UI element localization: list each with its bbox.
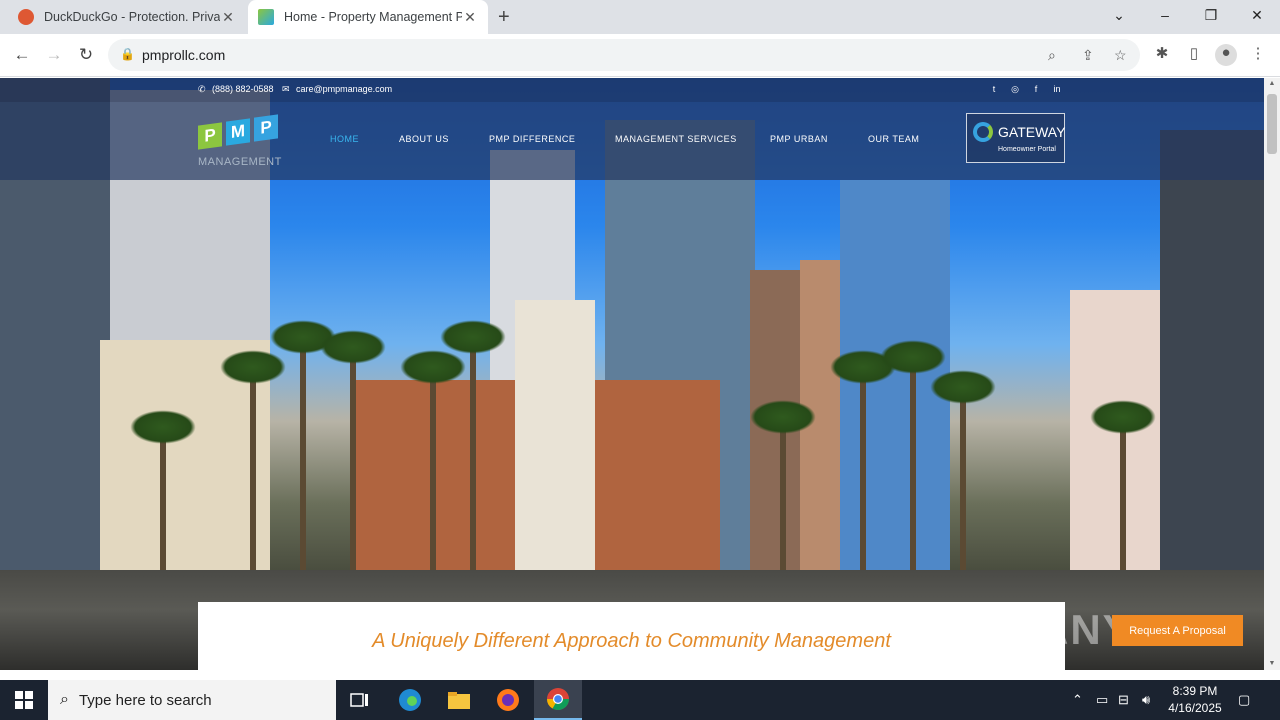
logo-letter: M xyxy=(226,118,250,146)
tab-search-icon[interactable]: ⌄ xyxy=(1096,0,1142,30)
webpage-viewport: ✆ (888) 882-0588 ✉ care@pmpmanage.com t … xyxy=(0,78,1264,670)
notifications-icon[interactable]: ▢ xyxy=(1238,692,1250,708)
system-clock[interactable]: 8:39 PM 4/16/2025 xyxy=(1160,683,1230,717)
side-panel-icon[interactable]: ▯ xyxy=(1183,44,1205,66)
lock-icon[interactable]: 🔒 xyxy=(120,47,135,61)
edge-icon[interactable] xyxy=(386,680,434,720)
windows-logo-icon xyxy=(15,691,33,709)
tab-title: DuckDuckGo - Protection. Privacy xyxy=(44,10,220,24)
search-placeholder: Type here to search xyxy=(78,691,212,709)
gateway-portal-button[interactable]: GATEWAY Homeowner Portal xyxy=(966,113,1065,163)
profile-icon[interactable]: ● xyxy=(1215,44,1237,66)
tray-chevron-icon[interactable]: ⌃ xyxy=(1072,692,1083,708)
page-scrollbar[interactable]: ▲ ▼ xyxy=(1264,78,1280,670)
logo-subtitle: MANAGEMENT xyxy=(198,156,282,168)
scroll-up-icon[interactable]: ▲ xyxy=(1264,80,1280,87)
nav-management-services[interactable]: MANAGEMENT SERVICES xyxy=(615,134,737,144)
volume-icon[interactable]: 🔊︎ xyxy=(1142,692,1150,708)
chrome-icon[interactable] xyxy=(534,680,582,720)
gateway-subtitle: Homeowner Portal xyxy=(998,146,1056,153)
tab-title: Home - Property Management Professionals xyxy=(284,10,462,24)
instagram-icon[interactable]: ◎ xyxy=(1010,84,1020,94)
bookmark-star-icon[interactable]: ☆ xyxy=(1114,47,1127,64)
proposal-label: Request A Proposal xyxy=(1129,624,1226,637)
mail-icon: ✉ xyxy=(282,84,290,94)
phone-number[interactable]: (888) 882-0588 xyxy=(212,84,274,94)
tab-property-management[interactable]: Home - Property Management Professionals… xyxy=(248,0,488,34)
linkedin-icon[interactable]: in xyxy=(1052,84,1062,94)
search-icon: ⌕ xyxy=(60,691,69,708)
email-link[interactable]: care@pmpmanage.com xyxy=(296,84,392,94)
page-headline: A Uniquely Different Approach to Communi… xyxy=(372,630,891,652)
scroll-down-icon[interactable]: ▼ xyxy=(1264,660,1280,667)
new-tab-button[interactable]: + xyxy=(498,6,510,29)
file-explorer-icon[interactable] xyxy=(435,680,483,720)
phone-icon: ✆ xyxy=(198,84,206,94)
main-navigation: P M P MANAGEMENT HOME ABOUT US PMP DIFFE… xyxy=(0,102,1264,180)
network-icon[interactable]: ⊟ xyxy=(1118,692,1129,708)
tab-strip: DuckDuckGo - Protection. Privacy ✕ Home … xyxy=(0,0,1280,34)
pmp-logo[interactable]: P M P MANAGEMENT xyxy=(198,110,288,172)
task-view-icon[interactable] xyxy=(336,680,384,720)
share-icon[interactable]: ⇪ xyxy=(1082,47,1094,64)
reload-icon[interactable]: ↻ xyxy=(74,43,98,67)
firefox-icon[interactable] xyxy=(484,680,532,720)
clock-date: 4/16/2025 xyxy=(1168,701,1222,715)
twitter-icon[interactable]: t xyxy=(989,84,999,94)
scrollbar-thumb[interactable] xyxy=(1267,94,1277,154)
close-window-button[interactable]: ✕ xyxy=(1234,0,1280,30)
nav-about-us[interactable]: ABOUT US xyxy=(399,134,449,144)
battery-icon[interactable]: ▭ xyxy=(1096,692,1108,708)
close-tab-icon[interactable]: ✕ xyxy=(220,9,236,26)
zoom-icon[interactable]: ⌕ xyxy=(1048,47,1056,64)
url-text[interactable]: pmprollc.com xyxy=(142,47,225,63)
tab-duckduckgo[interactable]: DuckDuckGo - Protection. Privacy ✕ xyxy=(8,0,246,34)
gateway-title: GATEWAY xyxy=(998,124,1066,140)
forward-arrow-icon[interactable]: → xyxy=(42,43,66,67)
browser-toolbar: ← → ↻ 🔒 pmprollc.com ⌕ ⇪ ☆ ✱ ▯ ● ⋮ xyxy=(0,34,1280,77)
request-proposal-button[interactable]: Request A Proposal xyxy=(1112,615,1243,646)
nav-our-team[interactable]: OUR TEAM xyxy=(868,134,919,144)
logo-letter: P xyxy=(254,114,278,142)
nav-home[interactable]: HOME xyxy=(330,134,359,144)
gateway-logo-icon xyxy=(973,122,993,142)
clock-time: 8:39 PM xyxy=(1172,684,1218,698)
intro-card: A Uniquely Different Approach to Communi… xyxy=(198,602,1065,670)
taskbar-search-box[interactable]: ⌕ Type here to search xyxy=(48,680,336,720)
back-arrow-icon[interactable]: ← xyxy=(10,43,34,67)
logo-letter: P xyxy=(198,122,222,150)
address-bar[interactable]: 🔒 pmprollc.com ⌕ ⇪ ☆ xyxy=(108,39,1140,71)
nav-pmp-urban[interactable]: PMP URBAN xyxy=(770,134,828,144)
contact-topbar: ✆ (888) 882-0588 ✉ care@pmpmanage.com t … xyxy=(0,78,1264,102)
close-tab-icon[interactable]: ✕ xyxy=(462,9,478,26)
facebook-icon[interactable]: f xyxy=(1031,84,1041,94)
menu-kebab-icon[interactable]: ⋮ xyxy=(1247,44,1269,66)
nav-pmp-difference[interactable]: PMP DIFFERENCE xyxy=(489,134,575,144)
restore-button[interactable]: ❐ xyxy=(1188,0,1234,30)
site-favicon-icon xyxy=(258,9,274,25)
extensions-icon[interactable]: ✱ xyxy=(1151,44,1173,66)
windows-taskbar: ⌕ Type here to search ⌃ ▭ ⊟ 🔊︎ 8:39 PM 4… xyxy=(0,680,1280,720)
duckduckgo-favicon-icon xyxy=(18,9,34,25)
windows-start-button[interactable] xyxy=(0,680,48,720)
minimize-button[interactable]: – xyxy=(1142,0,1188,30)
